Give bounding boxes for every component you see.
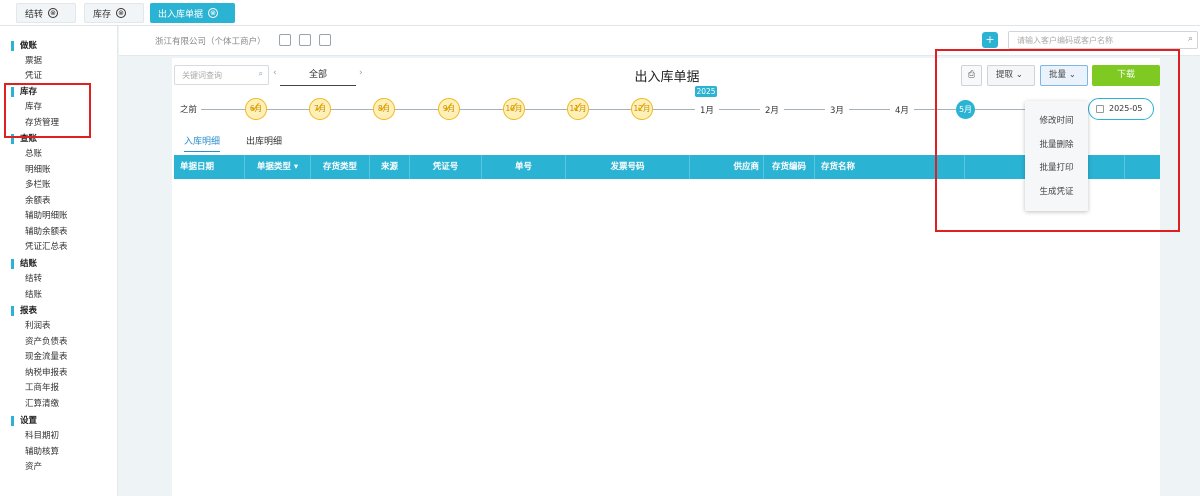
col-supplier[interactable]: 供应商 xyxy=(690,155,764,179)
timeline-before[interactable]: 之前 xyxy=(180,103,202,115)
close-icon[interactable]: ⊗ xyxy=(116,8,127,18)
sidebar-item-pingzheng-huizong[interactable]: 凭证汇总表 xyxy=(25,242,68,252)
check-icon: ✓ xyxy=(250,100,262,116)
chevron-right-icon[interactable]: › xyxy=(359,68,363,78)
tab-jiezhuan[interactable]: 结转 ⊗ xyxy=(16,3,76,23)
close-icon[interactable]: ⊗ xyxy=(208,8,219,18)
add-icon[interactable]: + xyxy=(982,32,998,48)
keyword-search-input[interactable]: 关键词查询 ⌕ xyxy=(174,65,269,85)
sidebar-group-baobiao[interactable]: 报表 xyxy=(11,306,37,316)
chevron-left-icon[interactable]: ‹ xyxy=(273,68,277,78)
search-placeholder: 请输入客户编码或客户名称 xyxy=(1017,36,1113,45)
sidebar-item-lirunbiao[interactable]: 利润表 xyxy=(25,321,51,331)
month-past-11[interactable]: ✓ 11月 xyxy=(567,98,589,120)
sidebar-item-fuzhu-hesuan[interactable]: 辅助核算 xyxy=(25,447,59,457)
keyword-placeholder: 关键词查询 xyxy=(182,71,222,80)
sidebar-group-zuozhang[interactable]: 做账 xyxy=(11,41,37,51)
sidebar-item-xianjin-liuliangbiao[interactable]: 现金流量表 xyxy=(25,352,68,362)
year-tag: 2025 xyxy=(695,86,717,97)
page-title: 出入库单据 xyxy=(634,70,700,85)
annotation-box-toolbar xyxy=(935,49,1180,232)
sidebar-item-mingxizhang[interactable]: 明细账 xyxy=(25,165,51,175)
tab-label: 结转 xyxy=(25,9,44,20)
month-past-6[interactable]: ✓ 6月 xyxy=(245,98,267,120)
sidebar-group-jiezhang[interactable]: 结账 xyxy=(11,259,37,269)
tab-kucun[interactable]: 库存 ⊗ xyxy=(84,3,144,23)
month-past-10[interactable]: ✓ 10月 xyxy=(503,98,525,120)
scope-select[interactable]: 全部 xyxy=(280,66,356,86)
month-1[interactable]: 1月 xyxy=(695,104,719,116)
sidebar-group-shezhi[interactable]: 设置 xyxy=(11,416,37,426)
col-date[interactable]: 单据日期 xyxy=(174,155,245,179)
month-2[interactable]: 2月 xyxy=(760,104,784,116)
sidebar-item-piaoju[interactable]: 票据 xyxy=(25,56,42,66)
folder-icon[interactable] xyxy=(319,34,331,46)
company-name: 浙江有限公司（个体工商户） xyxy=(155,37,266,47)
col-stock-code[interactable]: 存货编码 xyxy=(764,155,815,179)
col-source[interactable]: 来源 xyxy=(370,155,410,179)
sidebar-item-zongzhang[interactable]: 总账 xyxy=(25,149,42,159)
sidebar-item-kemu-qichu[interactable]: 科目期初 xyxy=(25,431,59,441)
sidebar-item-zichan[interactable]: 资产 xyxy=(25,462,42,472)
col-invoice-no[interactable]: 发票号码 xyxy=(566,155,690,179)
document-icon[interactable] xyxy=(299,34,311,46)
close-icon[interactable]: ⊗ xyxy=(48,8,59,18)
customer-search-input[interactable]: 请输入客户编码或客户名称 ⌕ xyxy=(1008,31,1198,49)
col-doc-type[interactable]: 单据类型 ▾ xyxy=(245,155,311,179)
search-icon[interactable]: ⌕ xyxy=(1188,34,1193,44)
col-voucher-no[interactable]: 凭证号 xyxy=(410,155,482,179)
col-stock-type[interactable]: 存货类型 xyxy=(311,155,370,179)
tab-bar: 结转 ⊗ 库存 ⊗ 出入库单据 ⊗ xyxy=(0,0,1200,26)
check-icon: ✓ xyxy=(443,100,455,116)
sidebar-item-yuebiao[interactable]: 余额表 xyxy=(25,196,51,206)
sidebar-item-nashui-shenbaobiao[interactable]: 纳税申报表 xyxy=(25,368,68,378)
printer-icon[interactable] xyxy=(279,34,291,46)
sidebar-item-huisuan-qingjiao[interactable]: 汇算清缴 xyxy=(25,399,59,409)
sidebar-item-pingzheng[interactable]: 凭证 xyxy=(25,71,42,81)
sidebar-item-fuzhu-mingxizhang[interactable]: 辅助明细账 xyxy=(25,211,68,221)
check-icon: ✓ xyxy=(572,100,584,116)
tab-label: 库存 xyxy=(93,9,112,20)
check-icon: ✓ xyxy=(508,100,520,116)
tab-label: 出入库单据 xyxy=(158,9,204,20)
tab-churuku-danju[interactable]: 出入库单据 ⊗ xyxy=(150,3,235,23)
sidebar-item-duolanzhang[interactable]: 多栏账 xyxy=(25,180,51,190)
month-past-8[interactable]: ✓ 8月 xyxy=(373,98,395,120)
sidebar-item-zichan-fuzhaibiao[interactable]: 资产负债表 xyxy=(25,337,68,347)
month-past-7[interactable]: ✓ 7月 xyxy=(309,98,331,120)
annotation-box-sidebar xyxy=(4,83,91,138)
tab-inbound-detail[interactable]: 入库明细 xyxy=(184,134,221,152)
tab-outbound-detail[interactable]: 出库明细 xyxy=(246,134,282,147)
search-icon[interactable]: ⌕ xyxy=(259,69,263,79)
sidebar-item-fuzhu-yuebiao[interactable]: 辅助余额表 xyxy=(25,227,68,237)
check-icon: ✓ xyxy=(636,100,648,116)
col-doc-no[interactable]: 单号 xyxy=(482,155,566,179)
check-icon: ✓ xyxy=(314,100,326,116)
month-4[interactable]: 4月 xyxy=(890,104,914,116)
sidebar-item-jiezhang[interactable]: 结账 xyxy=(25,290,42,300)
month-3[interactable]: 3月 xyxy=(825,104,849,116)
month-past-12[interactable]: ✓ 12月 xyxy=(631,98,653,120)
month-past-9[interactable]: ✓ 9月 xyxy=(438,98,460,120)
sidebar-item-jiezhuan[interactable]: 结转 xyxy=(25,274,42,284)
sidebar-item-gongshang-nianbao[interactable]: 工商年报 xyxy=(25,383,59,393)
check-icon: ✓ xyxy=(378,100,390,116)
